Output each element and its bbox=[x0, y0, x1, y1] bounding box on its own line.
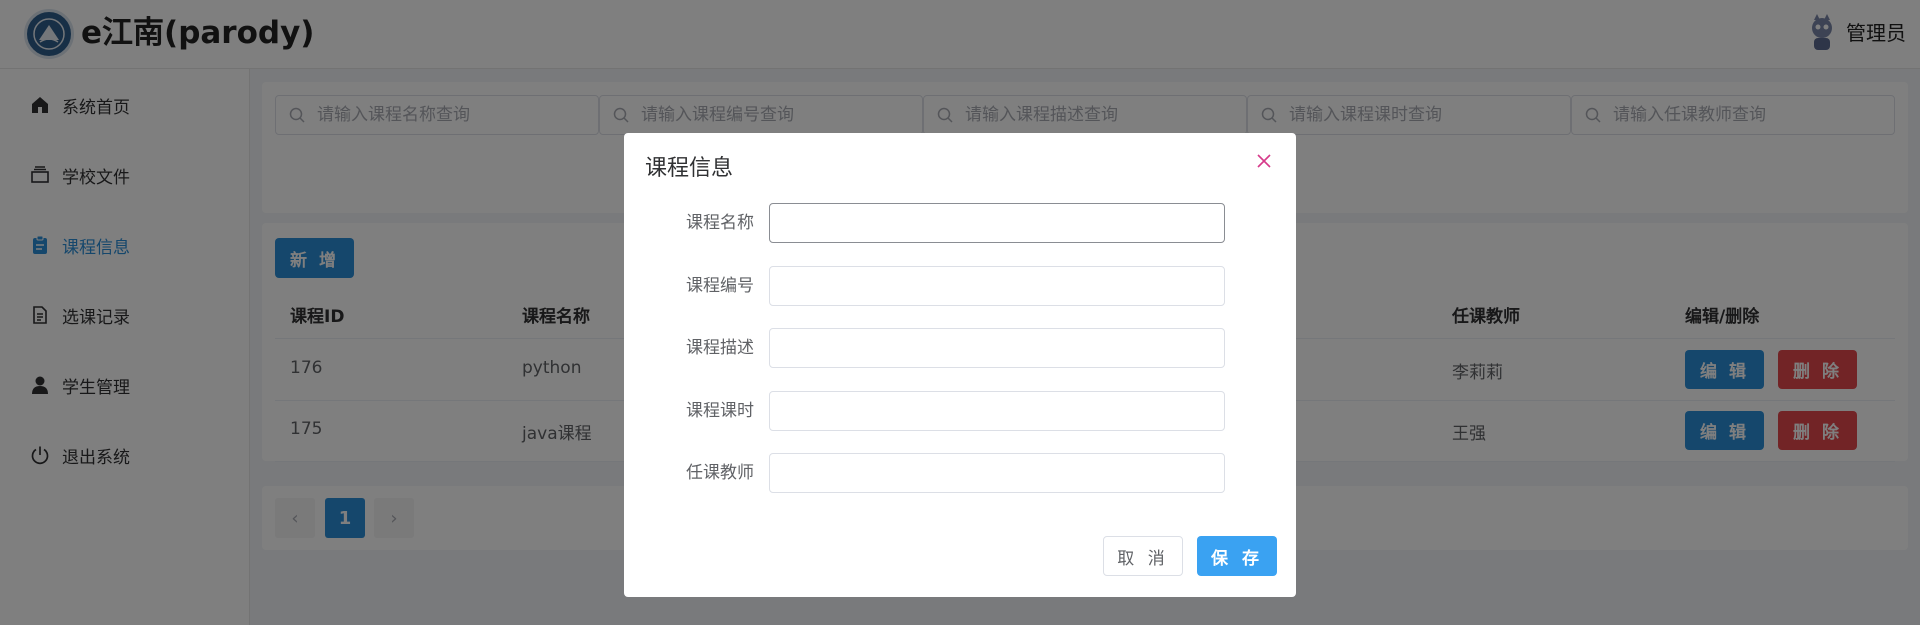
field-label-course-hours: 课程课时 bbox=[686, 401, 754, 421]
course-name-field[interactable] bbox=[769, 203, 1225, 243]
field-label-teacher: 任课教师 bbox=[686, 463, 754, 483]
cancel-button[interactable]: 取 消 bbox=[1103, 536, 1183, 576]
course-info-dialog: 课程信息 课程名称 课程编号 课程描述 课程课时 任课教师 取 消 保 存 bbox=[624, 133, 1296, 597]
close-icon[interactable] bbox=[1254, 151, 1274, 171]
dialog-title: 课程信息 bbox=[645, 156, 734, 181]
field-label-course-description: 课程描述 bbox=[686, 338, 754, 358]
save-button[interactable]: 保 存 bbox=[1197, 536, 1277, 576]
field-label-course-name: 课程名称 bbox=[686, 213, 754, 233]
teacher-field[interactable] bbox=[769, 453, 1225, 493]
course-number-field[interactable] bbox=[769, 266, 1225, 306]
course-hours-field[interactable] bbox=[769, 391, 1225, 431]
course-description-field[interactable] bbox=[769, 328, 1225, 368]
field-label-course-number: 课程编号 bbox=[686, 276, 754, 296]
